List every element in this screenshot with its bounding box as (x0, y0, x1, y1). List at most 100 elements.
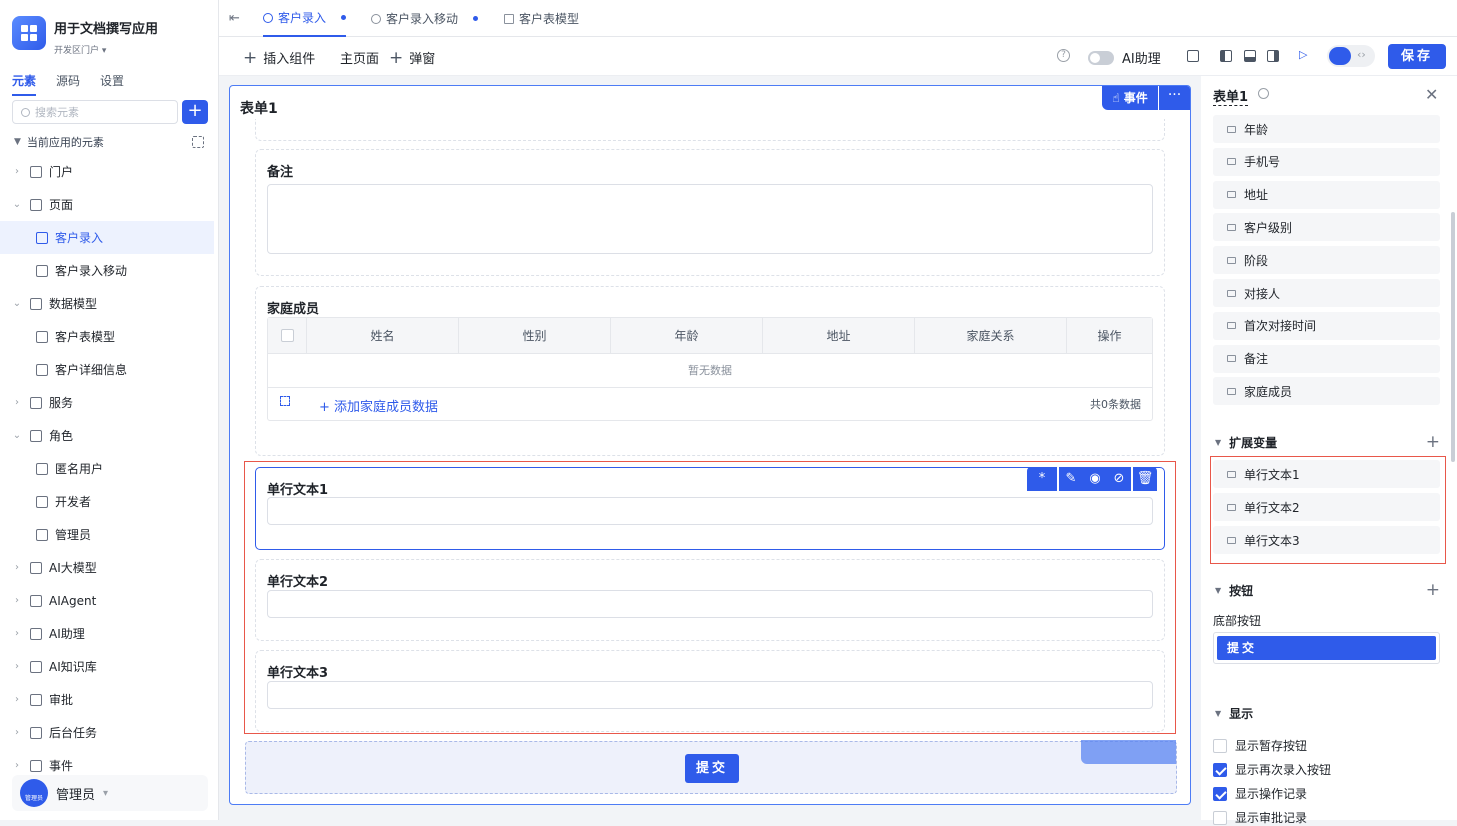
tree-node[interactable]: 客户录入 (0, 221, 214, 254)
chevron-icon[interactable]: › (10, 628, 24, 639)
tab-customer-entry[interactable]: 客户录入 (263, 0, 347, 37)
main-page-button[interactable]: 主页面 (340, 48, 379, 67)
submit-button[interactable]: 提交 (685, 754, 739, 783)
field-item[interactable]: 年龄 (1213, 115, 1440, 143)
add-var-icon[interactable]: + (1426, 432, 1440, 452)
tree-node[interactable]: › AIAgent (0, 584, 214, 617)
field-item[interactable]: 客户级别 (1213, 213, 1440, 242)
chevron-icon[interactable]: › (10, 397, 24, 408)
display-section[interactable]: ▼ 显示 (1215, 705, 1440, 722)
checkbox[interactable] (1213, 738, 1227, 753)
tree-node[interactable]: › 服务 (0, 386, 214, 419)
user-menu[interactable]: 管理员 管理员 ▾ (12, 775, 208, 811)
field-above[interactable] (255, 119, 1165, 141)
add-family-row-button[interactable]: + 添加家庭成员数据 (319, 396, 438, 415)
ai-assistant-toggle[interactable] (1088, 51, 1114, 65)
text-field-2[interactable]: 单行文本2 (255, 559, 1165, 641)
field-item[interactable]: 首次对接时间 (1213, 311, 1440, 340)
help-icon[interactable]: ? (1057, 49, 1070, 62)
tree-node[interactable]: › AI大模型 (0, 551, 214, 584)
help-icon[interactable] (1258, 88, 1269, 99)
tab-customer-entry-mobile[interactable]: 客户录入移动 (371, 0, 479, 37)
add-element-button[interactable]: + (182, 100, 208, 124)
chevron-icon[interactable]: › (10, 166, 24, 177)
required-icon[interactable]: * (1027, 467, 1057, 491)
view-mode-switch[interactable]: ‹› (1327, 45, 1375, 67)
tree-node[interactable]: 开发者 (0, 485, 214, 518)
field-item[interactable]: 手机号 (1213, 147, 1440, 176)
chevron-icon[interactable]: › (10, 727, 24, 738)
insert-component-button[interactable]: + 插入组件 (243, 48, 315, 67)
visible-icon[interactable]: ◉ (1083, 467, 1107, 491)
display-option[interactable]: 显示操作记录 (1213, 785, 1307, 802)
submit-area-toolbar[interactable] (1081, 740, 1176, 764)
remark-field[interactable]: 备注 (255, 149, 1165, 276)
tab-customer-model[interactable]: 客户表模型 (504, 0, 579, 37)
bottom-submit-button[interactable]: 提交 (1217, 636, 1436, 660)
search-input[interactable]: 搜索元素 (12, 100, 178, 124)
tree-node[interactable]: › 门户 (0, 155, 214, 188)
tree-node[interactable]: 客户录入移动 (0, 254, 214, 287)
locate-icon[interactable] (192, 136, 204, 148)
family-members-field[interactable]: 家庭成员 姓名 性别 年龄 地址 家庭关系 操作 暂无数据 + 添加家庭成员数据… (255, 286, 1165, 456)
tab-source[interactable]: 源码 (56, 72, 80, 96)
field-item[interactable]: 对接人 (1213, 279, 1440, 307)
left-panel-icon[interactable] (1220, 50, 1232, 62)
layout-icon[interactable] (1187, 50, 1199, 62)
chevron-icon[interactable]: ⌄ (10, 199, 24, 210)
edit-icon[interactable]: ✎ (1059, 467, 1083, 491)
ext-var-item[interactable]: 单行文本1 (1213, 460, 1440, 488)
field-item[interactable]: 家庭成员 (1213, 377, 1440, 406)
bottom-panel-icon[interactable] (1244, 50, 1256, 62)
save-button[interactable]: 保存 (1388, 44, 1446, 69)
chevron-icon[interactable]: ⌄ (10, 430, 24, 441)
popup-button[interactable]: + 弹窗 (389, 48, 435, 67)
tree-node[interactable]: 客户详细信息 (0, 353, 214, 386)
tree-header[interactable]: ▼ 当前应用的元素 (14, 134, 204, 150)
text-field-1-input[interactable] (267, 497, 1153, 525)
tree-node[interactable]: › 审批 (0, 683, 214, 716)
ext-var-item[interactable]: 单行文本2 (1213, 493, 1440, 521)
text-field-2-input[interactable] (267, 590, 1153, 618)
add-button-icon[interactable]: + (1426, 580, 1440, 600)
checkbox[interactable] (1213, 810, 1227, 825)
checkbox[interactable] (1213, 762, 1227, 777)
preview-icon[interactable]: ▷ (1299, 48, 1307, 61)
hidden-icon[interactable]: ⊘ (1107, 467, 1131, 491)
delete-icon[interactable]: 🗑 (1133, 467, 1157, 491)
tree-node[interactable]: 管理员 (0, 518, 214, 551)
fullscreen-icon[interactable] (280, 396, 290, 406)
close-icon[interactable]: ✕ (1425, 85, 1438, 104)
tree-node[interactable]: › AI助理 (0, 617, 214, 650)
tree-node[interactable]: ⌄ 角色 (0, 419, 214, 452)
chevron-icon[interactable]: › (10, 760, 24, 771)
display-option[interactable]: 显示再次录入按钮 (1213, 761, 1331, 778)
tree-node[interactable]: ⌄ 页面 (0, 188, 214, 221)
tab-elements[interactable]: 元素 (12, 72, 37, 96)
display-option[interactable]: 显示暂存按钮 (1213, 737, 1307, 754)
tree-node[interactable]: 客户表模型 (0, 320, 214, 353)
remark-textarea[interactable] (267, 184, 1153, 254)
collapse-sidebar-icon[interactable]: ⇤ (229, 11, 240, 26)
display-option[interactable]: 显示审批记录 (1213, 809, 1307, 826)
chevron-icon[interactable]: › (10, 694, 24, 705)
tree-node[interactable]: › AI知识库 (0, 650, 214, 683)
select-all-checkbox[interactable] (268, 318, 307, 353)
buttons-section[interactable]: ▼ 按钮 + (1215, 580, 1440, 600)
tree-node[interactable]: 匿名用户 (0, 452, 214, 485)
more-button[interactable]: ··· (1159, 86, 1190, 110)
event-button[interactable]: ☝ 事件 (1102, 86, 1158, 110)
ext-vars-section[interactable]: ▼ 扩展变量 + (1215, 432, 1440, 452)
tab-settings[interactable]: 设置 (100, 72, 124, 96)
field-item[interactable]: 阶段 (1213, 246, 1440, 275)
submit-area[interactable]: 提交 (245, 740, 1177, 794)
field-item[interactable]: 地址 (1213, 180, 1440, 209)
checkbox[interactable] (1213, 786, 1227, 801)
chevron-icon[interactable]: › (10, 595, 24, 606)
chevron-icon[interactable]: › (10, 661, 24, 672)
chevron-icon[interactable]: › (10, 562, 24, 573)
tree-node[interactable]: › 后台任务 (0, 716, 214, 749)
field-item[interactable]: 备注 (1213, 344, 1440, 373)
panel-scrollbar[interactable] (1451, 212, 1455, 462)
chevron-icon[interactable]: ⌄ (10, 298, 24, 309)
